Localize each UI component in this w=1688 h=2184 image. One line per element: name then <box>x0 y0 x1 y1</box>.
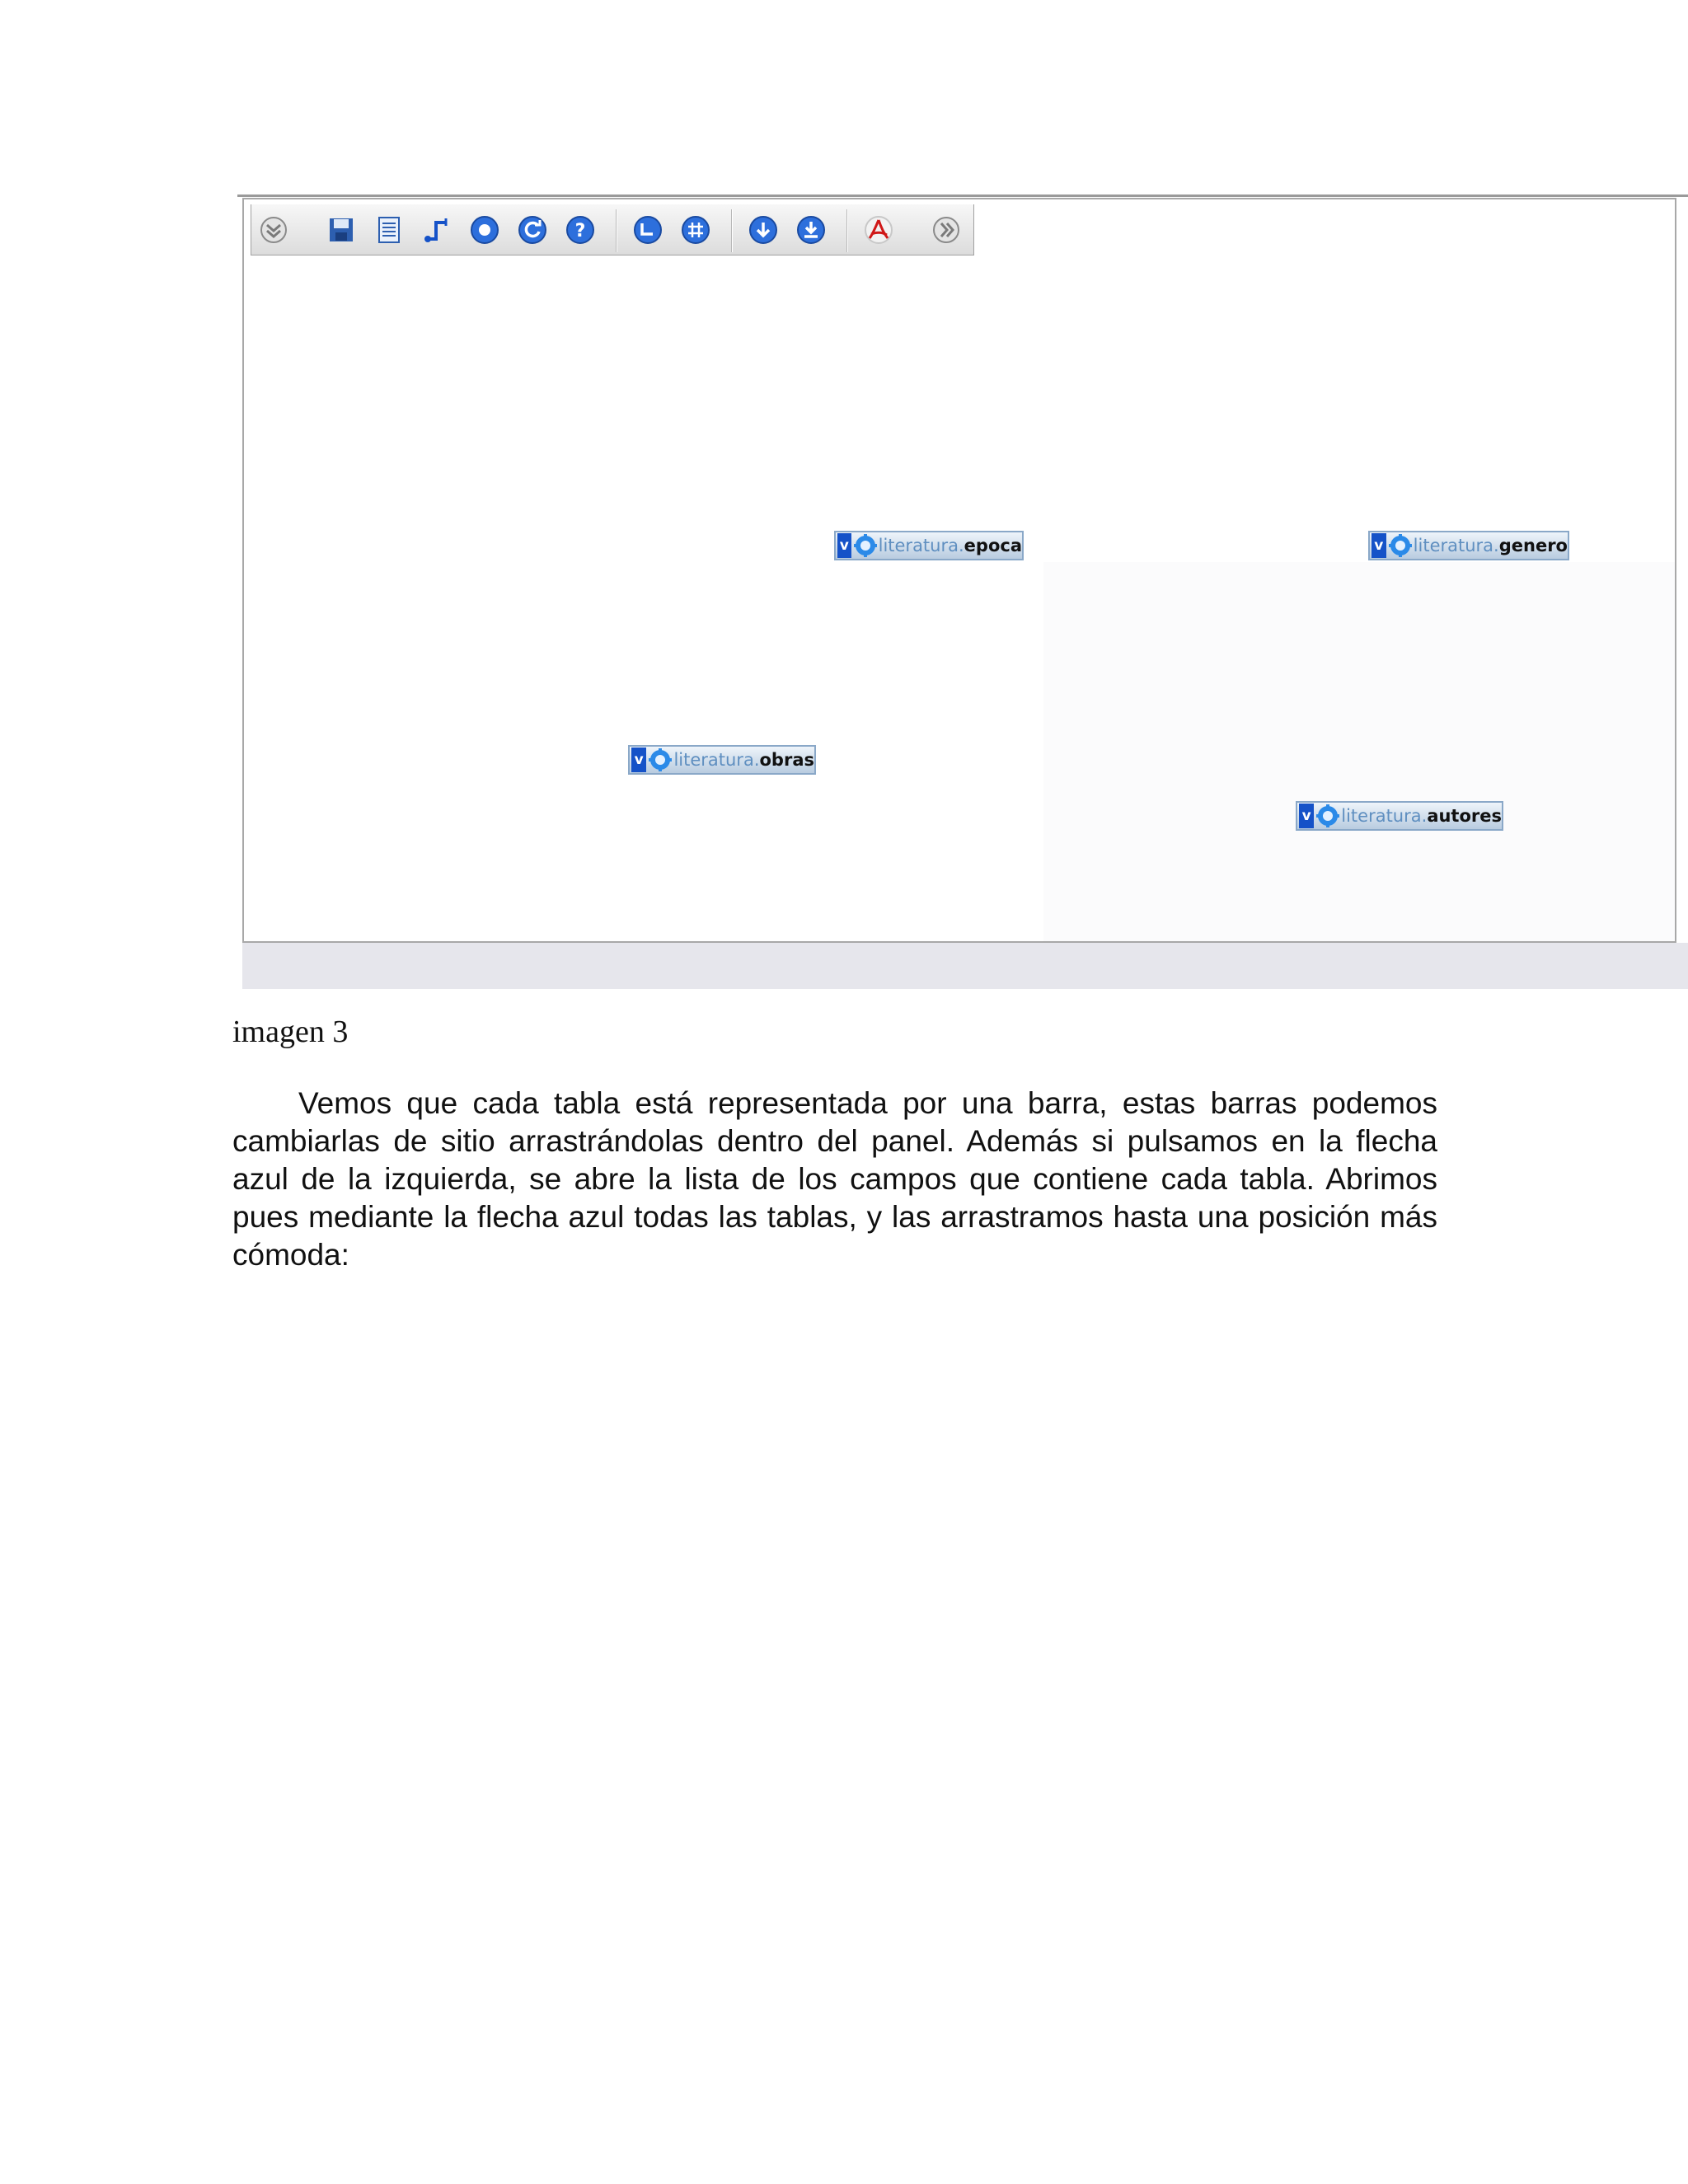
refresh-icon[interactable] <box>515 213 550 247</box>
table-name: obras <box>759 750 815 770</box>
gear-icon <box>1315 804 1340 828</box>
expand-arrow-icon[interactable]: v <box>1372 533 1386 558</box>
expand-arrow-icon[interactable]: v <box>837 533 851 558</box>
gear-icon <box>853 533 878 558</box>
canvas-shade <box>1043 562 1675 941</box>
toolbar-separator <box>616 209 617 252</box>
stop-icon[interactable] <box>467 213 502 247</box>
table-name: autores <box>1427 806 1502 826</box>
export-icon[interactable] <box>794 213 828 247</box>
expand-arrow-icon[interactable]: v <box>631 748 647 772</box>
collapse-icon[interactable] <box>256 213 291 247</box>
top-border <box>237 194 1688 197</box>
import-icon[interactable] <box>746 213 781 247</box>
table-schema: literatura <box>673 750 754 770</box>
save-icon[interactable] <box>324 213 359 247</box>
figure-caption: imagen 3 <box>232 1015 349 1049</box>
table-name: epoca <box>964 536 1022 555</box>
table-name: genero <box>1498 536 1568 555</box>
help-icon[interactable]: ? <box>563 213 598 247</box>
status-strip <box>242 943 1688 989</box>
designer-toolbar: ? <box>251 204 974 255</box>
list-icon[interactable] <box>372 213 406 247</box>
designer-canvas[interactable]: ? v literatura . epoca v literatura . ge… <box>242 198 1676 943</box>
gear-icon <box>1388 533 1413 558</box>
table-schema: literatura <box>1341 806 1422 826</box>
table-schema: literatura <box>1413 536 1494 555</box>
svg-text:?: ? <box>575 221 586 241</box>
expand-arrow-icon[interactable]: v <box>1299 804 1315 828</box>
gear-icon <box>648 748 673 772</box>
body-paragraph: Vemos que cada tabla está representada p… <box>232 1086 1437 1272</box>
table-schema: literatura <box>878 536 959 555</box>
designer-screenshot: ? v literatura . epoca v literatura . ge… <box>237 194 1688 989</box>
grid-icon[interactable] <box>678 213 713 247</box>
relation-icon[interactable] <box>420 213 454 247</box>
pdf-icon[interactable] <box>861 213 896 247</box>
toolbar-separator <box>846 209 848 252</box>
table-bar-autores[interactable]: v literatura. autores <box>1296 801 1503 831</box>
table-bar-epoca[interactable]: v literatura. epoca <box>834 531 1024 560</box>
undo-icon[interactable] <box>631 213 665 247</box>
toolbar-separator <box>731 209 733 252</box>
table-bar-obras[interactable]: v literatura. obras <box>628 745 816 775</box>
expand-icon[interactable] <box>929 213 964 247</box>
table-bar-genero[interactable]: v literatura. genero <box>1368 531 1569 560</box>
